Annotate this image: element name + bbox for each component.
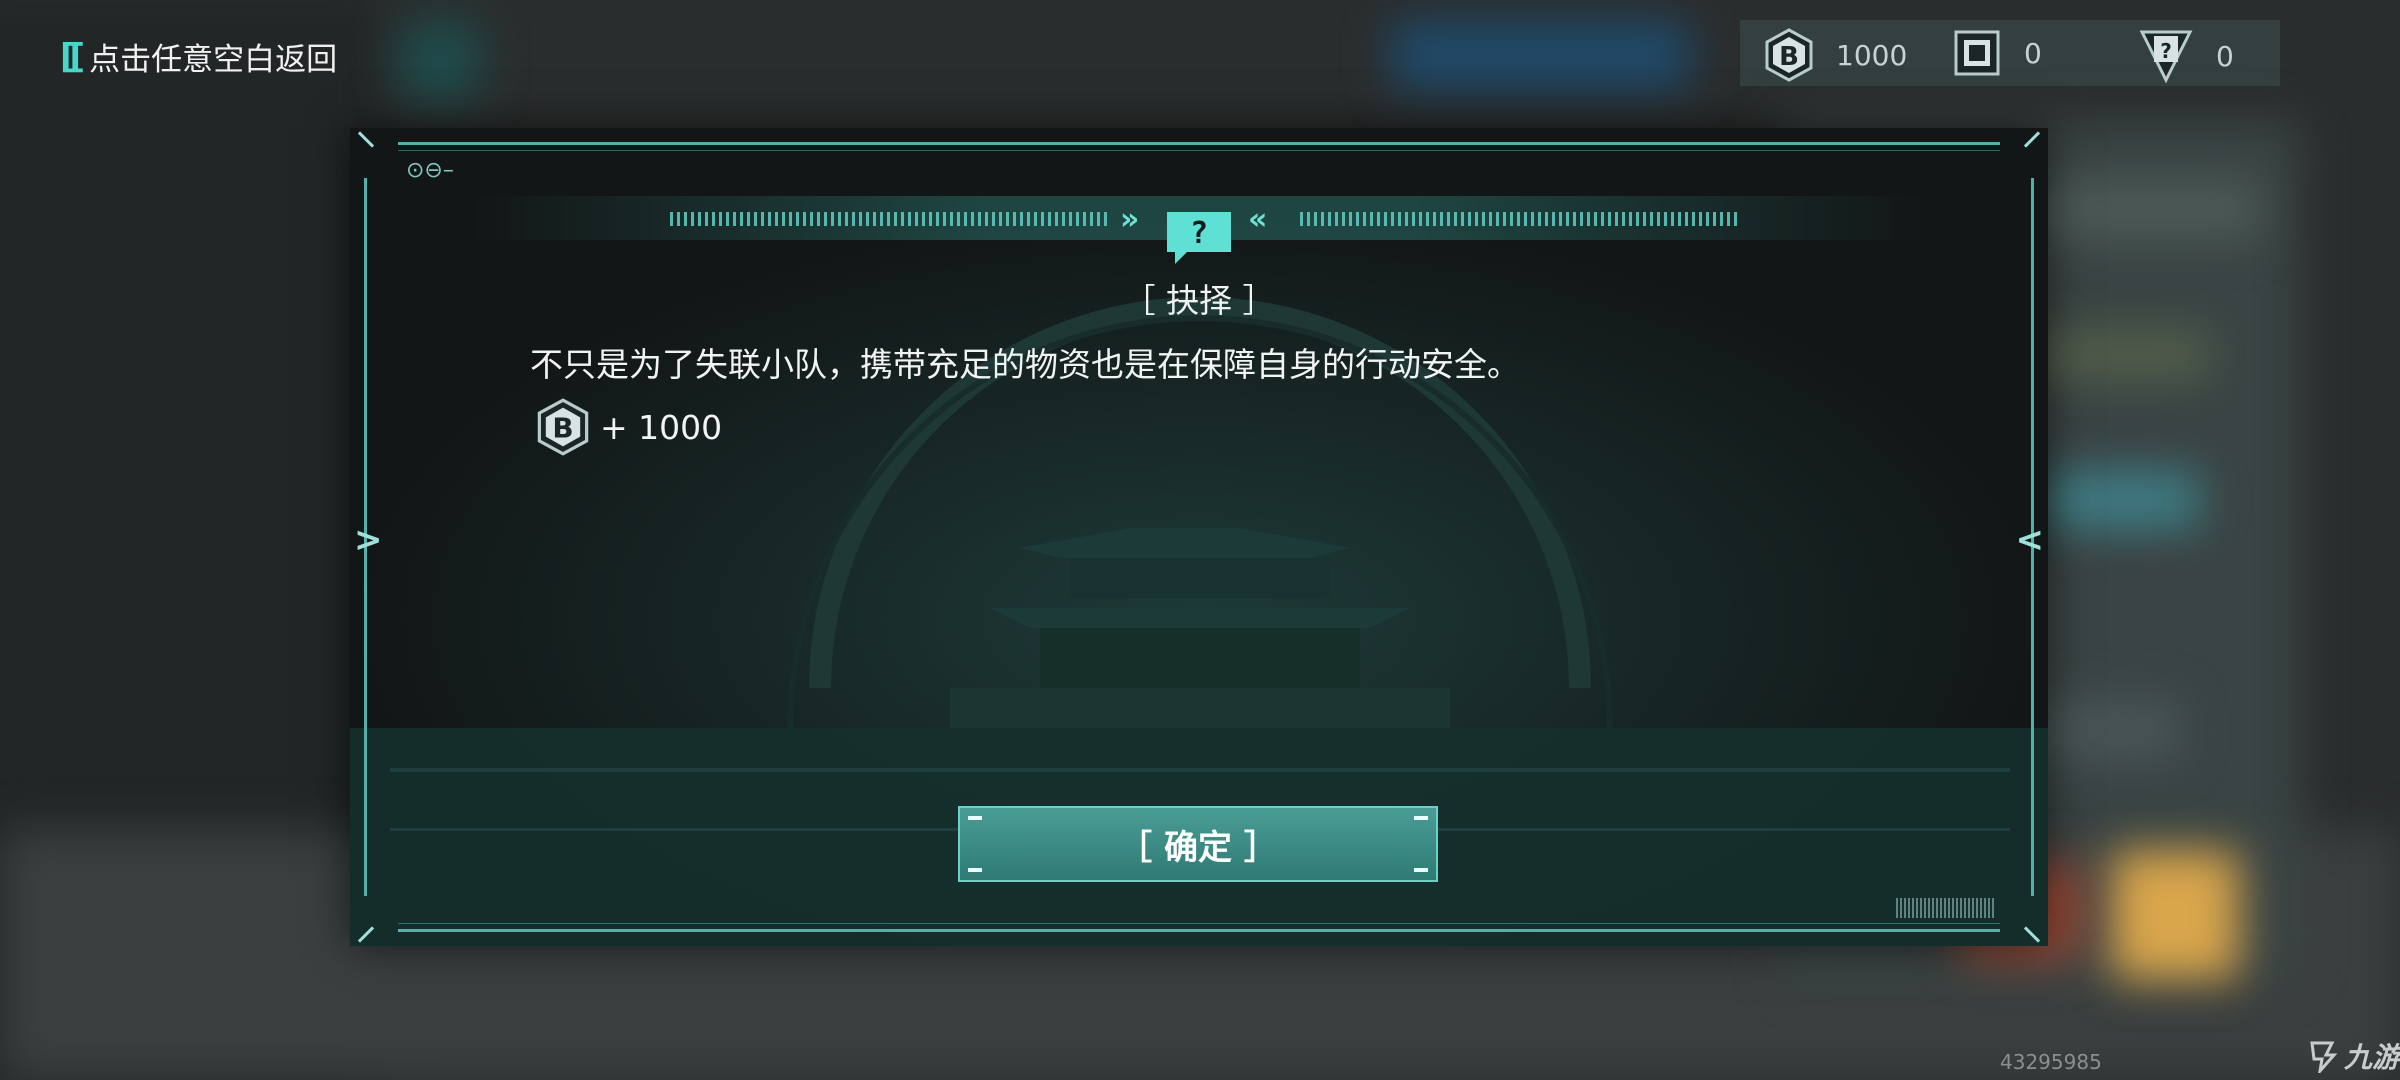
back-hint-text: 点击任意空白返回 (89, 42, 338, 78)
frame-line (398, 923, 2000, 924)
watermark-number: 43295985 (2000, 1050, 2102, 1074)
svg-text:?: ? (2160, 39, 2172, 63)
chevron-left-icon: < (2015, 520, 2045, 560)
chevron-right-icon: > (354, 520, 383, 560)
choice-modal: > < ⊙⊖– » « ? ［ 抉择 ］ 不只是为了失联小队，携带充足的物资也是… (350, 128, 2048, 946)
button-corner (1414, 868, 1428, 872)
currency-bar: B 1000 0 ? 0 (1740, 20, 2280, 86)
frame-line (398, 142, 2000, 145)
confirm-button-label: ［ 确定 ］ (1118, 827, 1278, 868)
record-dots-icon: ⊙⊖– (406, 158, 454, 183)
frame-line (398, 929, 2000, 932)
confirm-button[interactable]: ［ 确定 ］ (958, 806, 1438, 882)
frame-line (398, 150, 2000, 151)
bit-coin-icon: B (537, 398, 589, 456)
bg-shape (2110, 850, 2240, 980)
back-hint[interactable]: [[ 点击任意空白返回 (60, 34, 337, 79)
barcode-decoration (1896, 898, 1996, 918)
question-speech-icon: ? (1167, 212, 1231, 264)
currency-mystery: ? 0 (2138, 28, 2234, 84)
currency-bits: B 1000 (1764, 28, 1907, 82)
chip-card-icon (1954, 30, 2000, 76)
button-corner (1414, 816, 1428, 820)
button-corner (968, 816, 982, 820)
watermark-logo-text: 九游 (2344, 1041, 2400, 1074)
bg-shape (2040, 470, 2200, 530)
modal-description: 不只是为了失联小队，携带充足的物资也是在保障自身的行动安全。 (530, 345, 1520, 384)
reward-row: B + 1000 (536, 398, 722, 456)
chevron-double-right-icon: » (1120, 202, 1139, 237)
currency-chips: 0 (1952, 28, 2042, 78)
bit-coin-icon: B (1765, 28, 1813, 82)
watermark-logo: 九游 (2306, 1036, 2400, 1076)
currency-value: 0 (2024, 36, 2042, 70)
svg-text:B: B (1779, 42, 1799, 72)
stripe-decoration (1300, 212, 1740, 226)
button-corner (968, 868, 982, 872)
currency-value: 1000 (1836, 38, 1908, 72)
svg-text:B: B (552, 412, 573, 445)
svg-text:?: ? (1190, 216, 1208, 251)
stripe-decoration (670, 212, 1110, 226)
double-bracket-icon: [[ (60, 36, 85, 77)
mystery-card-icon: ? (2139, 30, 2193, 84)
chevron-double-left-icon: « (1248, 202, 1267, 237)
jiuyou-logo-icon (2310, 1041, 2338, 1073)
currency-value: 0 (2216, 39, 2234, 73)
modal-title: ［ 抉择 ］ (1122, 281, 1276, 320)
bg-shape (400, 20, 480, 100)
reward-amount: + 1000 (600, 407, 723, 447)
bg-shape (1390, 20, 1690, 90)
